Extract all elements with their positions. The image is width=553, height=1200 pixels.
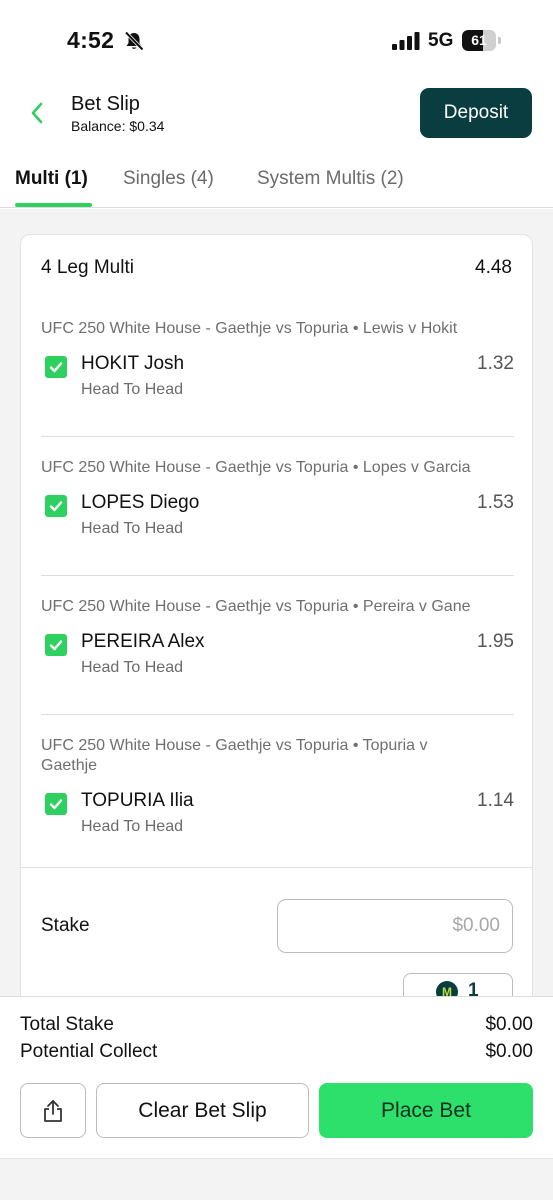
tab-system-multis[interactable]: System Multis (2) [257,168,404,190]
leg-item: UFC 250 White House - Gaethje vs Topuria… [41,736,514,846]
leg-checkbox[interactable] [45,495,67,517]
potential-collect-value: $0.00 [485,1041,533,1062]
leg-odds: 1.53 [477,492,514,513]
leg-divider [41,714,514,715]
leg-event: UFC 250 White House - Gaethje vs Topuria… [41,598,471,615]
checkmark-icon [49,362,63,373]
share-icon [44,1099,62,1122]
leg-odds: 1.95 [477,631,514,652]
total-stake-row: Total Stake $0.00 [20,1014,533,1036]
leg-selection: PEREIRA Alex [81,631,205,652]
leg-item: UFC 250 White House - Gaethje vs Topuria… [41,597,514,687]
bell-slash-icon [123,30,145,52]
signal-icon [392,32,420,50]
network-label: 5G [428,30,454,51]
leg-checkbox[interactable] [45,634,67,656]
leg-market: Head To Head [81,659,183,676]
leg-selection: HOKIT Josh [81,353,185,374]
leg-checkbox[interactable] [45,793,67,815]
chevron-left-icon [31,102,43,124]
bet-type-tabs: Multi (1) Singles (4) System Multis (2) [0,160,553,208]
active-tab-indicator [15,203,92,207]
tab-multi[interactable]: Multi (1) [15,168,88,190]
checkmark-icon [49,501,63,512]
leg-selection: LOPES Diego [81,492,200,513]
potential-collect-row: Potential Collect $0.00 [20,1041,533,1063]
leg-odds: 1.14 [477,790,514,811]
multi-title: 4 Leg Multi [41,257,134,278]
total-stake-label: Total Stake [20,1014,114,1035]
leg-market: Head To Head [81,818,183,835]
leg-market: Head To Head [81,381,183,398]
checkmark-icon [49,799,63,810]
tab-singles[interactable]: Singles (4) [123,168,214,190]
leg-item: UFC 250 White House - Gaethje vs Topuria… [41,458,514,548]
leg-odds: 1.32 [477,353,514,374]
balance-text: Balance: $0.34 [71,118,165,134]
status-bar: 4:52 5G 61 [0,0,553,80]
leg-event: UFC 250 White House - Gaethje vs Topuria… [41,459,471,476]
leg-selection: TOPURIA Ilia [81,790,194,811]
place-bet-button[interactable]: Place Bet [319,1083,533,1138]
potential-collect-label: Potential Collect [20,1041,158,1062]
leg-divider [41,436,514,437]
stake-label: Stake [41,915,90,936]
battery-percent: 61 [471,32,487,48]
leg-item: UFC 250 White House - Gaethje vs Topuria… [41,319,514,409]
stake-input[interactable] [277,899,513,953]
leg-divider [41,575,514,576]
leg-market: Head To Head [81,520,183,537]
total-stake-value: $0.00 [485,1014,533,1035]
bet-slip-footer: Total Stake $0.00 Potential Collect $0.0… [0,996,553,1158]
bottom-bar [0,1158,553,1200]
checkmark-icon [49,640,63,651]
leg-event: UFC 250 White House - Gaethje vs Topuria… [41,737,428,774]
multi-bet-card: 4 Leg Multi 4.48 UFC 250 White House - G… [20,234,533,1034]
share-button[interactable] [20,1083,86,1138]
back-button[interactable] [20,96,54,130]
deposit-button[interactable]: Deposit [420,88,532,138]
card-divider [21,867,532,868]
multi-odds: 4.48 [475,257,512,278]
status-time: 4:52 [67,27,115,53]
page-title: Bet Slip [71,93,140,115]
battery-icon: 61 [462,30,502,51]
leg-checkbox[interactable] [45,356,67,378]
clear-bet-slip-button[interactable]: Clear Bet Slip [96,1083,309,1138]
leg-event: UFC 250 White House - Gaethje vs Topuria… [41,320,458,337]
